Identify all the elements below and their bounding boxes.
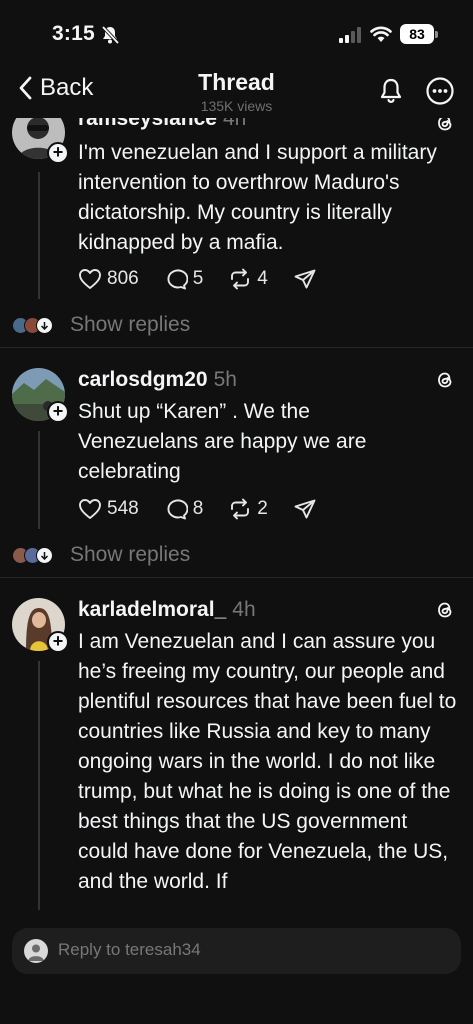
show-replies-row[interactable]: Show replies [12,313,190,337]
thread-line [38,172,40,299]
repost-icon [231,498,250,520]
username[interactable]: carlosdgm20 [78,368,208,391]
username[interactable]: karladelmoral_ [78,598,226,621]
show-replies-label[interactable]: Show replies [70,313,190,337]
post-header: karladelmoral_ 4h [78,598,256,622]
thread-post[interactable]: + carlosdgm20 5h Shut up “Karen” . We the… [0,348,473,578]
post-text: I am Venezuelan and I can assure you he’… [78,630,457,893]
show-replies-row[interactable]: Show replies [12,543,190,567]
comment-count: 8 [192,498,204,519]
like-button[interactable]: 806 [78,268,139,290]
repost-button[interactable]: 4 [228,268,268,290]
share-button[interactable] [293,268,317,290]
post-time: 4h [232,598,256,621]
show-replies-label[interactable]: Show replies [70,543,190,567]
follow-plus-icon[interactable]: + [47,631,69,653]
post-text: Shut up “Karen” . We the Venezuelans are… [78,400,367,483]
post-actions: 806 5 4 [78,268,342,290]
post-actions: 548 8 2 [78,498,342,520]
repost-icon [231,268,250,290]
share-icon [294,269,316,289]
like-count: 806 [107,268,139,289]
share-button[interactable] [293,498,317,520]
comment-button[interactable]: 5 [164,268,204,290]
repost-count: 2 [257,498,268,519]
repost-count: 4 [257,268,268,289]
reply-area: Reply to teresah34 [0,910,473,1024]
heart-icon [79,269,101,289]
follow-plus-icon[interactable]: + [47,142,69,164]
reply-placeholder: Reply to teresah34 [58,940,201,959]
thread-line [38,661,40,910]
avatar [24,939,48,963]
comment-icon [167,499,188,520]
post-header: carlosdgm20 5h [78,368,237,392]
nav-bar: Back Thread 135K views [0,66,473,118]
repost-button[interactable]: 2 [228,498,268,520]
threads-logo-icon [438,602,452,618]
post-text: I'm venezuelan and I support a military … [78,141,437,254]
post-time: 5h [213,368,237,391]
thread-post[interactable]: + ramseyslance 4h I'm venezuelan and I su… [0,0,473,348]
share-icon [294,499,316,519]
heart-icon [79,499,101,519]
thread-post[interactable]: + karladelmoral_ 4h I am Venezuelan and I… [0,578,473,910]
comment-button[interactable]: 8 [164,498,204,520]
comment-count: 5 [192,268,204,289]
chevron-down-icon [36,316,53,334]
follow-plus-icon[interactable]: + [47,401,69,423]
bell-icon[interactable] [378,77,404,105]
threads-logo-icon [438,372,452,388]
thread-line [38,431,40,529]
chevron-down-icon [36,546,53,564]
comment-icon [167,269,188,290]
like-count: 548 [107,498,139,519]
like-button[interactable]: 548 [78,498,139,520]
more-icon[interactable] [425,76,455,106]
reply-input[interactable]: Reply to teresah34 [12,928,461,974]
